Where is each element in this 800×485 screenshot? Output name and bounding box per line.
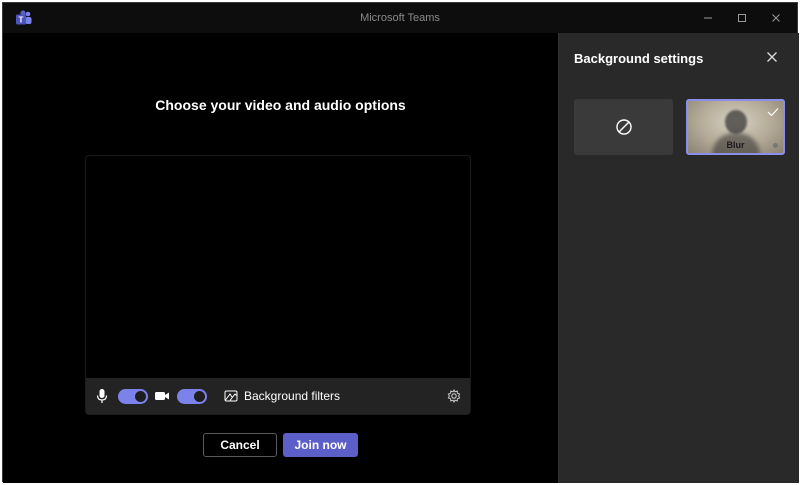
media-controls-bar: Background filters [86,378,470,414]
close-panel-button[interactable] [764,49,780,65]
title-bar: T Microsoft Teams [3,3,797,33]
status-dot-icon [773,143,778,148]
video-preview: Background filters [85,155,471,415]
background-filters-label: Background filters [244,389,341,403]
background-filters-icon [224,389,238,403]
background-filters-button[interactable]: Background filters [222,378,342,414]
window-title: Microsoft Teams [360,12,440,24]
close-icon [767,52,777,62]
toggle-knob [135,391,146,402]
window-controls [691,3,793,33]
pre-join-area: Choose your video and audio options Back… [3,33,558,483]
teams-window: T Microsoft Teams Choose your video and … [2,2,799,483]
page-title: Choose your video and audio options [155,97,406,113]
checkmark-icon [767,104,779,122]
camera-toggle[interactable] [177,389,207,404]
cancel-button[interactable]: Cancel [203,433,277,457]
blur-background-option[interactable]: Blur [686,99,785,155]
no-background-icon [615,119,632,135]
blur-option-label: Blur [726,140,745,150]
gear-icon [447,389,461,403]
device-settings-button[interactable] [446,388,462,404]
microphone-icon [96,388,108,404]
maximize-icon [738,14,746,22]
close-window-button[interactable] [759,3,793,33]
join-now-button[interactable]: Join now [283,433,358,457]
microphone-toggle[interactable] [118,389,148,404]
maximize-button[interactable] [725,3,759,33]
no-background-option[interactable] [574,99,673,155]
blurred-person-head [725,110,747,134]
minimize-button[interactable] [691,3,725,33]
toggle-knob [194,391,205,402]
video-camera-icon [154,390,170,402]
close-icon [772,14,780,22]
panel-title: Background settings [574,51,704,66]
minimize-icon [704,17,712,19]
background-settings-panel: Background settings Blur [558,33,799,483]
